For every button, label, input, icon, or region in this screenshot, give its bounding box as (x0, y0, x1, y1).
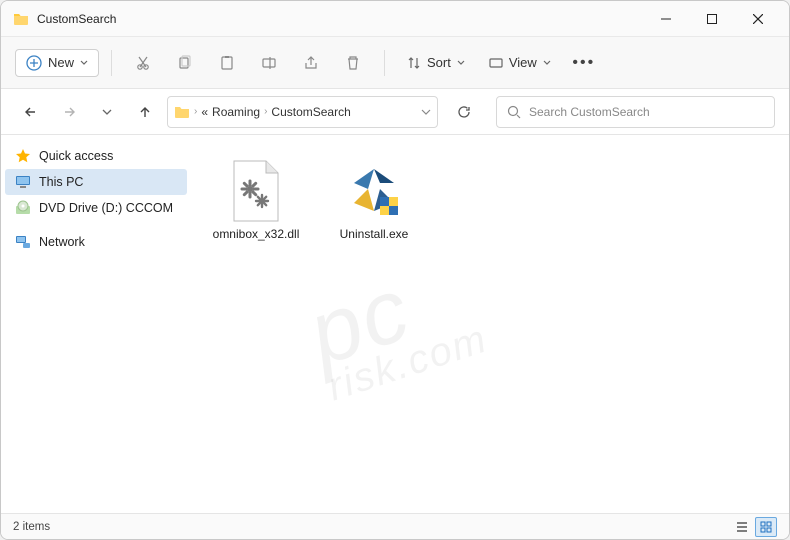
network-icon (15, 234, 31, 250)
arrow-left-icon (24, 105, 38, 119)
chevron-down-icon (457, 59, 465, 67)
search-box[interactable] (496, 96, 775, 128)
refresh-icon (457, 105, 471, 119)
body: Quick access This PC DVD Drive (D:) CCCO… (1, 135, 789, 513)
breadcrumb-segment[interactable]: Roaming (212, 105, 260, 119)
trash-icon (345, 55, 361, 71)
sidebar-item-label: DVD Drive (D:) CCCOM (39, 201, 173, 215)
sidebar-item-dvd-drive[interactable]: DVD Drive (D:) CCCOM (5, 195, 187, 221)
close-icon (753, 14, 763, 24)
delete-button[interactable] (334, 45, 372, 81)
minimize-button[interactable] (643, 1, 689, 37)
star-icon (15, 148, 31, 164)
arrow-up-icon (138, 105, 152, 119)
icons-view-button[interactable] (755, 517, 777, 537)
more-button[interactable]: ••• (565, 45, 603, 81)
cut-button[interactable] (124, 45, 162, 81)
sidebar-item-network[interactable]: Network (5, 229, 187, 255)
search-input[interactable] (529, 105, 764, 119)
folder-icon (174, 104, 190, 120)
statusbar: 2 items (1, 513, 789, 539)
chevron-down-icon[interactable] (421, 107, 431, 117)
copy-icon (177, 55, 193, 71)
details-view-button[interactable] (731, 517, 753, 537)
separator (384, 50, 385, 76)
view-icon (489, 56, 503, 70)
chevron-right-icon: › (194, 106, 197, 117)
cut-icon (135, 55, 151, 71)
new-button[interactable]: New (15, 49, 99, 77)
grid-icon (760, 521, 772, 533)
new-button-label: New (48, 55, 74, 70)
sort-button[interactable]: Sort (397, 50, 475, 75)
arrow-right-icon (62, 105, 76, 119)
breadcrumb-ellipsis[interactable]: « (201, 105, 208, 119)
chevron-down-icon (543, 59, 551, 67)
chevron-down-icon (80, 59, 88, 67)
sort-button-label: Sort (427, 55, 451, 70)
view-button-label: View (509, 55, 537, 70)
file-explorer-window: CustomSearch New (0, 0, 790, 540)
paste-button[interactable] (208, 45, 246, 81)
folder-icon (13, 11, 29, 27)
monitor-icon (15, 174, 31, 190)
file-item-dll[interactable]: omnibox_x32.dll (201, 145, 311, 255)
sidebar-item-quick-access[interactable]: Quick access (5, 143, 187, 169)
file-label: omnibox_x32.dll (213, 227, 300, 241)
sidebar-item-this-pc[interactable]: This PC (5, 169, 187, 195)
view-toggle (731, 517, 777, 537)
separator (111, 50, 112, 76)
breadcrumb: « Roaming › CustomSearch (201, 105, 350, 119)
refresh-button[interactable] (448, 96, 480, 128)
forward-button[interactable] (53, 96, 85, 128)
navbar: › « Roaming › CustomSearch (1, 89, 789, 135)
share-button[interactable] (292, 45, 330, 81)
file-item-exe[interactable]: Uninstall.exe (319, 145, 429, 255)
dll-file-icon (224, 159, 288, 223)
paste-icon (219, 55, 235, 71)
maximize-icon (707, 14, 717, 24)
list-icon (736, 521, 748, 533)
close-button[interactable] (735, 1, 781, 37)
file-list[interactable]: omnibox_x32.dll (191, 135, 789, 513)
disc-icon (15, 200, 31, 216)
sidebar: Quick access This PC DVD Drive (D:) CCCO… (1, 135, 191, 513)
file-label: Uninstall.exe (340, 227, 409, 241)
item-count: 2 items (13, 521, 50, 533)
toolbar: New Sort View (1, 37, 789, 89)
back-button[interactable] (15, 96, 47, 128)
address-bar[interactable]: › « Roaming › CustomSearch (167, 96, 438, 128)
share-icon (303, 55, 319, 71)
rename-button[interactable] (250, 45, 288, 81)
breadcrumb-segment[interactable]: CustomSearch (271, 105, 350, 119)
ellipsis-icon: ••• (572, 54, 595, 72)
rename-icon (261, 55, 277, 71)
search-icon (507, 105, 521, 119)
minimize-icon (661, 14, 671, 24)
recent-button[interactable] (91, 96, 123, 128)
chevron-down-icon (102, 107, 112, 117)
view-button[interactable]: View (479, 50, 561, 75)
maximize-button[interactable] (689, 1, 735, 37)
exe-uninstaller-icon (342, 159, 406, 223)
chevron-right-icon: › (264, 106, 267, 117)
sidebar-item-label: Quick access (39, 149, 113, 163)
titlebar: CustomSearch (1, 1, 789, 37)
copy-button[interactable] (166, 45, 204, 81)
window-title: CustomSearch (37, 12, 116, 26)
up-button[interactable] (129, 96, 161, 128)
sort-icon (407, 56, 421, 70)
plus-circle-icon (26, 55, 42, 71)
sidebar-item-label: Network (39, 235, 85, 249)
sidebar-item-label: This PC (39, 175, 83, 189)
